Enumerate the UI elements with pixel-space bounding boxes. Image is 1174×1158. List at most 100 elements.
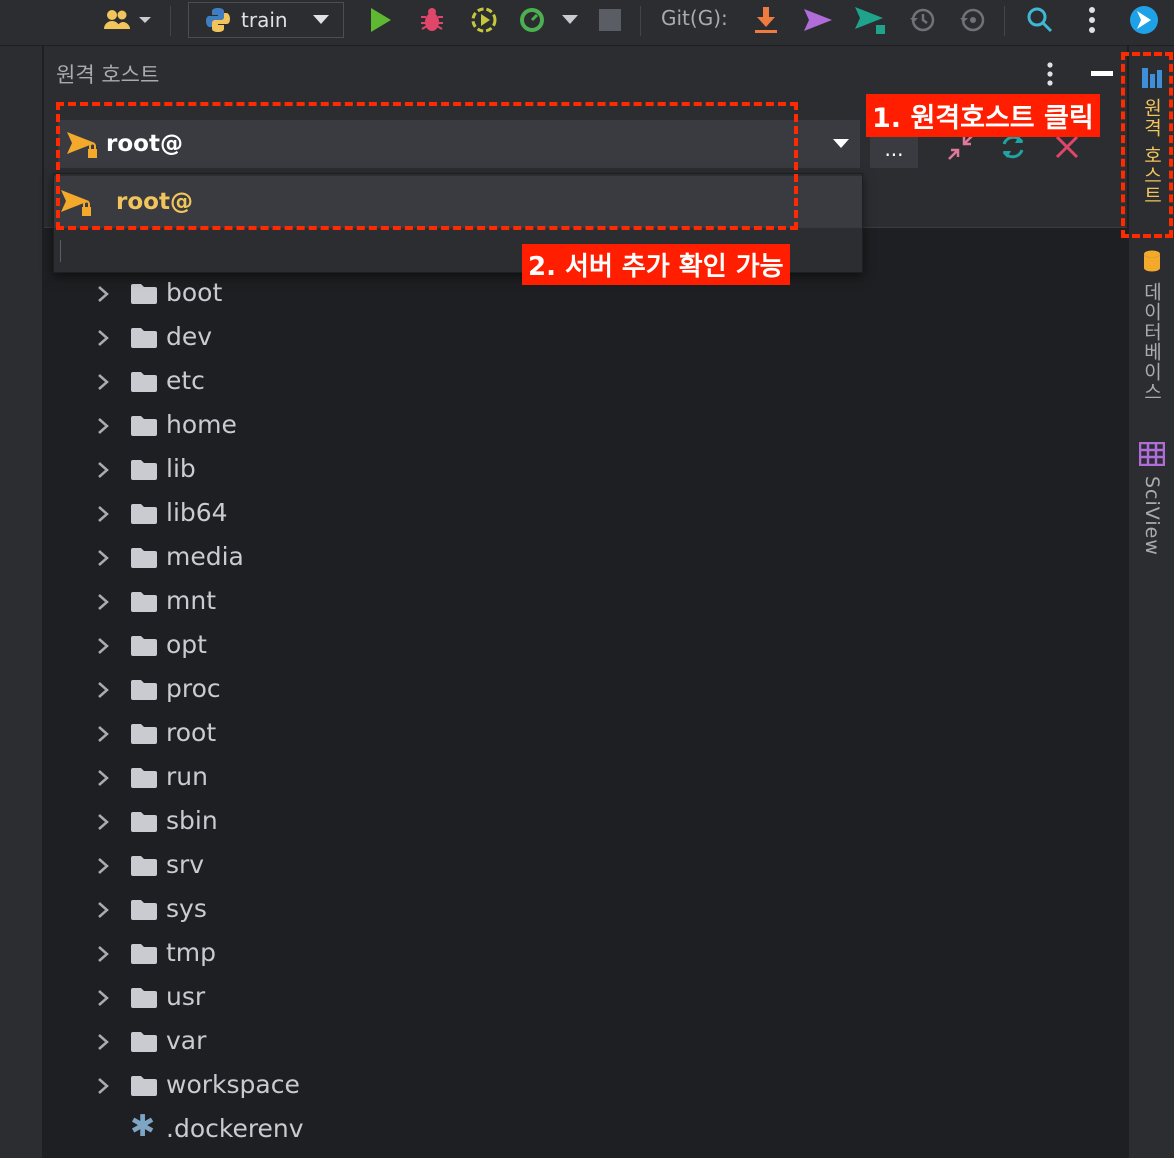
chevron-right-icon [98,1034,109,1050]
collapse-arrows-icon [948,134,974,160]
main-menu-button[interactable] [1076,0,1108,40]
folder-icon [131,680,157,700]
chevron-right-icon [98,462,109,478]
folder-icon [131,504,157,524]
tree-item-label: workspace [166,1070,300,1099]
tree-folder-row[interactable]: sys [44,888,1127,932]
user-menu-button[interactable] [100,0,156,40]
tree-item-label: lib64 [166,498,228,527]
tree-item-label: mnt [166,586,216,615]
git-push-locked-button[interactable] [850,0,890,40]
chevron-right-icon [98,638,109,654]
folder-icon [131,416,157,436]
close-icon [1055,135,1079,159]
git-push-button[interactable] [798,0,838,40]
connection-dropdown-button[interactable] [822,120,860,168]
tree-item-label: media [166,542,244,571]
search-button[interactable] [1022,0,1058,40]
bug-icon [421,8,443,31]
more-run-options-button[interactable] [556,0,584,40]
folder-icon [131,328,157,348]
tree-folder-row[interactable]: home [44,404,1127,448]
tree-folder-row[interactable]: lib64 [44,492,1127,536]
run-with-coverage-button[interactable] [466,0,502,40]
tree-item-label: run [166,762,208,791]
kebab-menu-icon [1047,62,1053,86]
folder-icon [131,768,157,788]
tree-file-row[interactable]: ✱ .dockerenv [44,1108,1127,1152]
tree-item-label: var [166,1026,207,1055]
tree-folder-row[interactable]: root [44,712,1127,756]
folder-icon [131,856,157,876]
folder-icon [131,284,157,304]
rollback-button[interactable] [954,0,990,40]
chevron-right-icon [98,506,109,522]
database-icon [1144,250,1160,272]
chevron-right-icon [98,418,109,434]
chevron-right-icon [98,286,109,302]
code-with-me-button[interactable] [1124,0,1164,40]
tree-folder-row[interactable]: mnt [44,580,1127,624]
tree-folder-row[interactable]: usr [44,976,1127,1020]
annotation-box-remote-host-tab [1121,52,1173,238]
tree-folder-row[interactable]: tmp [44,932,1127,976]
tree-folder-row[interactable]: var [44,1020,1127,1064]
tree-folder-row[interactable]: workspace [44,1064,1127,1108]
search-icon [1027,7,1053,33]
run-config-selector[interactable]: train [188,2,344,38]
tree-folder-row[interactable]: run [44,756,1127,800]
history-button[interactable] [904,0,940,40]
rollback-icon [960,8,985,32]
history-icon [910,8,935,32]
run-button[interactable] [362,0,398,40]
tree-item-label: tmp [166,938,217,967]
chevron-down-icon [562,15,578,24]
profile-button[interactable] [514,0,550,40]
folder-icon [131,988,157,1008]
tab-sciview-label: SciView [1141,476,1163,556]
main-toolbar: train Git(G): [0,0,1174,46]
tab-database[interactable]: 데이터베이스 [1129,250,1174,402]
push-arrow-icon [804,9,832,31]
tree-folder-row[interactable]: sbin [44,800,1127,844]
tree-folder-row[interactable]: proc [44,668,1127,712]
folder-icon [131,636,157,656]
panel-options-button[interactable] [1040,62,1060,86]
tab-sciview[interactable]: SciView [1129,442,1174,556]
stop-button[interactable] [594,0,626,40]
chevron-right-icon [98,726,109,742]
run-config-label: train [241,8,288,32]
chevron-right-icon [98,330,109,346]
push-lock-icon [855,7,885,34]
profiler-icon [520,8,544,32]
debug-button[interactable] [414,0,450,40]
code-with-me-icon [1130,6,1158,34]
tree-folder-row[interactable]: etc [44,360,1127,404]
tree-folder-row[interactable]: media [44,536,1127,580]
panel-minimize-button[interactable] [1088,62,1116,86]
annotation-step2: 2. 서버 추가 확인 가능 [522,244,790,285]
annotation-box-connection [56,102,798,230]
panel-title: 원격 호스트 [56,63,160,87]
left-tool-strip [0,46,43,1158]
play-icon [371,8,391,32]
coverage-icon [471,7,497,33]
annotation-step1: 1. 원격호스트 클릭 [866,94,1100,137]
python-icon [206,8,230,32]
tree-folder-row[interactable]: opt [44,624,1127,668]
git-update-button[interactable] [748,0,784,40]
tree-item-label: sys [166,894,207,923]
folder-icon [131,812,157,832]
folder-icon [131,460,157,480]
tree-folder-row[interactable]: dev [44,316,1127,360]
tree-folder-row[interactable]: srv [44,844,1127,888]
chevron-right-icon [98,550,109,566]
panel-header: 원격 호스트 [44,46,1127,100]
tree-folder-row[interactable]: lib [44,448,1127,492]
chevron-right-icon [98,858,109,874]
chevron-right-icon [98,814,109,830]
chevron-right-icon [98,1078,109,1094]
folder-icon [131,900,157,920]
download-arrow-icon [755,7,777,33]
kebab-menu-icon [1089,7,1095,33]
